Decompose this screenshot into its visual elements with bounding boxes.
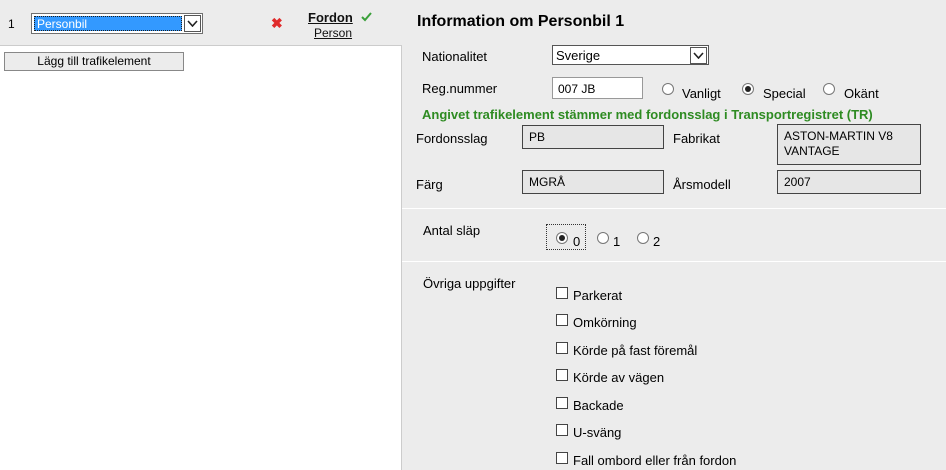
slap-2-radio[interactable] bbox=[637, 232, 649, 244]
nationalitet-value: Sverige bbox=[556, 48, 601, 63]
slap-0-label: 0 bbox=[573, 234, 581, 249]
fall-ombord-checkbox[interactable] bbox=[556, 452, 568, 464]
fall-ombord-label: Fall ombord eller från fordon bbox=[573, 453, 737, 468]
reg-type-vanligt-radio[interactable] bbox=[662, 83, 674, 95]
section-divider bbox=[402, 208, 946, 209]
backade-label: Backade bbox=[573, 398, 624, 413]
korde-av-vagen-checkbox[interactable] bbox=[556, 369, 568, 381]
ovriga-uppgifter-label: Övriga uppgifter bbox=[423, 276, 516, 291]
page-title: Information om Personbil 1 bbox=[417, 13, 625, 30]
u-svang-checkbox[interactable] bbox=[556, 424, 568, 436]
row-number: 1 bbox=[8, 17, 15, 31]
slap-1-label: 1 bbox=[613, 234, 621, 249]
reg-type-okant-label: Okänt bbox=[844, 86, 879, 101]
chevron-down-icon[interactable] bbox=[690, 47, 707, 64]
fabrikat-value: ASTON-MARTIN V8 VANTAGE bbox=[777, 124, 921, 165]
information-panel: Information om Personbil 1 Nationalitet … bbox=[402, 0, 946, 470]
korde-pa-fast-foremal-label: Körde på fast föremål bbox=[573, 343, 698, 358]
omkorning-label: Omkörning bbox=[573, 315, 637, 330]
nationalitet-select[interactable]: Sverige bbox=[552, 45, 709, 65]
regnummer-input[interactable]: 007 JB bbox=[552, 77, 643, 99]
reg-type-special-radio[interactable] bbox=[742, 83, 754, 95]
remove-icon[interactable]: ✖ bbox=[271, 16, 283, 30]
u-svang-label: U-sväng bbox=[573, 425, 622, 440]
fordon-link[interactable]: Fordon bbox=[308, 10, 353, 25]
parkerat-checkbox[interactable] bbox=[556, 287, 568, 299]
slap-1-radio[interactable] bbox=[597, 232, 609, 244]
person-link[interactable]: Person bbox=[314, 26, 352, 40]
farg-label: Färg bbox=[416, 177, 443, 192]
traffic-element-row: 1 Personbil ✖ Fordon Person bbox=[0, 0, 402, 46]
korde-av-vagen-label: Körde av vägen bbox=[573, 370, 665, 385]
korde-pa-fast-foremal-checkbox[interactable] bbox=[556, 342, 568, 354]
fordonsslag-value: PB bbox=[522, 125, 664, 149]
tr-match-message: Angivet trafikelement stämmer med fordon… bbox=[422, 107, 873, 122]
farg-value: MGRÅ bbox=[522, 170, 664, 194]
nationalitet-label: Nationalitet bbox=[422, 49, 488, 64]
omkorning-checkbox[interactable] bbox=[556, 314, 568, 326]
reg-type-vanligt-label: Vanligt bbox=[682, 86, 721, 101]
fabrikat-value-line1: ASTON-MARTIN V8 bbox=[784, 129, 893, 143]
slap-2-label: 2 bbox=[653, 234, 661, 249]
reg-type-special-label: Special bbox=[763, 86, 806, 101]
traffic-element-list: 1 Personbil ✖ Fordon Person Lägg till tr… bbox=[0, 0, 402, 470]
chevron-down-icon[interactable] bbox=[184, 15, 201, 32]
arsmodell-label: Årsmodell bbox=[673, 177, 731, 192]
fabrikat-value-line2: VANTAGE bbox=[784, 144, 840, 158]
vehicle-type-select[interactable]: Personbil bbox=[31, 13, 203, 34]
reg-type-okant-radio[interactable] bbox=[823, 83, 835, 95]
fabrikat-label: Fabrikat bbox=[673, 131, 720, 146]
checkmark-icon bbox=[361, 10, 372, 25]
arsmodell-value: 2007 bbox=[777, 170, 921, 194]
slap-0-radio[interactable] bbox=[556, 232, 568, 244]
vehicle-type-selected-value: Personbil bbox=[34, 16, 182, 31]
parkerat-label: Parkerat bbox=[573, 288, 623, 303]
antal-slap-label: Antal släp bbox=[423, 223, 481, 238]
regnummer-label: Reg.nummer bbox=[422, 81, 498, 96]
fordonsslag-label: Fordonsslag bbox=[416, 131, 488, 146]
backade-checkbox[interactable] bbox=[556, 397, 568, 409]
add-traffic-element-button[interactable]: Lägg till trafikelement bbox=[4, 52, 184, 71]
section-divider bbox=[402, 261, 946, 262]
